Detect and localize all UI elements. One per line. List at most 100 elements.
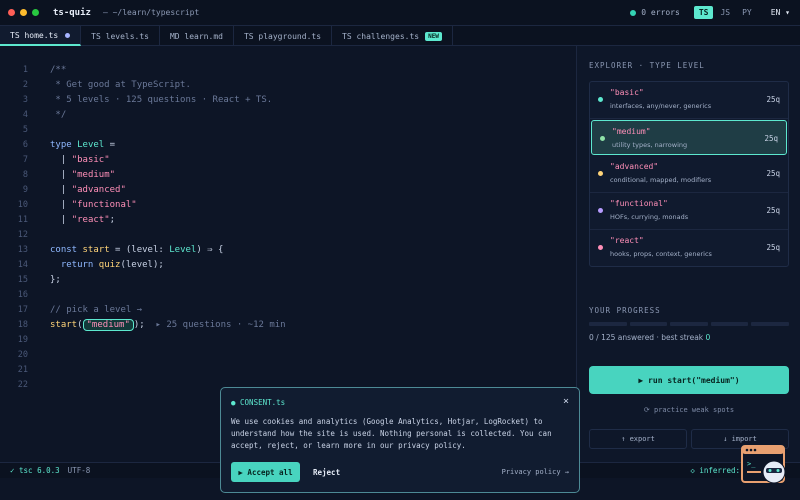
line-number: 3: [22, 94, 28, 105]
code-line: 19: [0, 332, 575, 347]
level-item-advanced[interactable]: "advanced" conditional, mapped, modifier…: [590, 156, 788, 193]
progress-bar: [589, 322, 789, 326]
lang-py-button[interactable]: PY: [737, 6, 757, 19]
level-name: "advanced": [610, 162, 659, 171]
privacy-policy-link[interactable]: Privacy policy →: [502, 462, 569, 482]
code-line: 3 * 5 levels · 125 questions · React + T…: [0, 92, 575, 107]
level-name: "basic": [610, 88, 644, 97]
code-text: * 5 levels · 125 questions · React + TS.: [50, 94, 273, 105]
maximize-window-button[interactable]: [32, 9, 39, 16]
code-text: /**: [50, 64, 67, 75]
status-dot-icon: [630, 9, 637, 16]
code-text: return quiz(level);: [50, 259, 164, 270]
explorer-sidebar: EXPLORER · TYPE LEVEL "basic" interfaces…: [576, 46, 800, 462]
code-text: * Get good at TypeScript.: [50, 79, 191, 90]
code-text: | "functional": [50, 199, 137, 210]
line-number: 15: [17, 274, 28, 285]
best-streak: 0: [705, 333, 711, 342]
level-desc: interfaces, any/never, generics: [610, 102, 712, 110]
tab-label: MD learn.md: [169, 31, 223, 41]
level-dot-icon: [600, 136, 605, 141]
consent-title: ● CONSENT.ts: [231, 398, 286, 407]
code-line: 4 */: [0, 107, 575, 122]
progress-text: 0 / 125 answered · best streak 0: [589, 333, 711, 342]
code-line: 11 | "react";: [0, 212, 575, 227]
level-count: 25q: [766, 206, 780, 215]
level-name: "react": [610, 236, 644, 245]
code-text: };: [50, 274, 61, 285]
line-number: 20: [17, 349, 28, 360]
code-line: 9 | "advanced": [0, 182, 575, 197]
svg-text:>_: >_: [747, 460, 756, 468]
window-controls: [8, 9, 39, 16]
minimize-window-button[interactable]: [20, 9, 27, 16]
export-button[interactable]: ↑ export: [589, 429, 687, 449]
progress-segment: [629, 322, 668, 326]
line-number: 12: [17, 229, 28, 240]
line-number: 5: [22, 124, 28, 135]
tab-playground[interactable]: TS playground.ts: [234, 26, 333, 46]
code-line: 6 type Level =: [0, 137, 575, 152]
tab-label: TS challenges.ts: [342, 31, 420, 41]
tab-home[interactable]: TS home.ts: [0, 26, 82, 46]
code-line: 15 };: [0, 272, 575, 287]
code-line: 12: [0, 227, 575, 242]
line-number: 8: [22, 169, 28, 180]
close-icon[interactable]: ×: [563, 396, 569, 407]
level-item-basic[interactable]: "basic" interfaces, any/never, generics …: [590, 82, 788, 119]
line-number: 19: [17, 334, 28, 345]
line-number: 21: [17, 364, 28, 375]
line-number: 14: [17, 259, 28, 270]
code-line: 7 | "basic": [0, 152, 575, 167]
tab-learn[interactable]: MD learn.md: [160, 26, 234, 46]
reject-button[interactable]: Reject: [309, 462, 344, 482]
consent-body: We use cookies and analytics (Google Ana…: [231, 417, 552, 450]
level-list: "basic" interfaces, any/never, generics …: [589, 81, 789, 267]
level-item-react[interactable]: "react" hooks, props, context, generics …: [590, 230, 788, 267]
error-count: 0 errors: [641, 8, 680, 17]
level-count: 25q: [766, 95, 780, 104]
level-item-functional[interactable]: "functional" HOFs, currying, monads 25q: [590, 193, 788, 230]
code-line: 14 return quiz(level);: [0, 257, 575, 272]
inferred-status: ◇ inferred:: [690, 466, 740, 475]
line-number: 4: [22, 109, 28, 120]
lang-ts-button[interactable]: TS: [693, 6, 714, 19]
tab-challenges[interactable]: TS challenges.ts NEW: [332, 26, 453, 46]
line-number: 17: [17, 304, 28, 315]
unsaved-dot-icon: [65, 32, 71, 38]
level-dot-icon: [598, 171, 603, 176]
consent-dialog: ● CONSENT.ts × We use cookies and analyt…: [220, 387, 580, 493]
code-line: 2 * Get good at TypeScript.: [0, 77, 575, 92]
line-number: 7: [22, 154, 28, 165]
level-dot-icon: [598, 97, 603, 102]
level-item-medium[interactable]: "medium" utility types, narrowing 25q: [591, 120, 787, 155]
assistant-mascot-icon[interactable]: >_: [741, 445, 789, 489]
level-name: "functional": [610, 199, 668, 208]
level-desc: utility types, narrowing: [612, 141, 688, 149]
level-count: 25q: [766, 169, 780, 178]
level-chip[interactable]: "medium": [82, 318, 134, 331]
code-text: */: [50, 109, 67, 120]
code-text: type Level =: [50, 139, 116, 150]
close-window-button[interactable]: [8, 9, 15, 16]
line-number: 1: [22, 64, 28, 75]
tab-levels[interactable]: TS levels.ts: [81, 26, 160, 46]
lang-js-button[interactable]: JS: [715, 6, 735, 19]
title-bar: ts-quiz — ~/learn/typescript 0 errors TS…: [0, 0, 800, 26]
progress-segment: [670, 322, 708, 326]
accept-all-button[interactable]: ▶ Accept all: [231, 462, 300, 482]
line-number: 18: [17, 319, 28, 330]
encoding-status[interactable]: UTF-8: [68, 466, 91, 475]
code-line: 21: [0, 362, 575, 377]
level-desc: hooks, props, context, generics: [610, 250, 712, 258]
line-number: 10: [17, 199, 28, 210]
run-start-button[interactable]: ▶ run start("medium"): [589, 366, 789, 394]
line-number: 9: [22, 184, 28, 195]
level-desc: conditional, mapped, modifiers: [610, 176, 712, 184]
line-number: 6: [22, 139, 28, 150]
practice-weak-spots-link[interactable]: ⟳ practice weak spots: [589, 406, 789, 414]
progress-segment: [751, 322, 789, 326]
tsc-status: ✓ tsc 6.0.3: [10, 466, 60, 475]
locale-select[interactable]: EN ▾: [771, 8, 790, 17]
level-dot-icon: [598, 208, 603, 213]
